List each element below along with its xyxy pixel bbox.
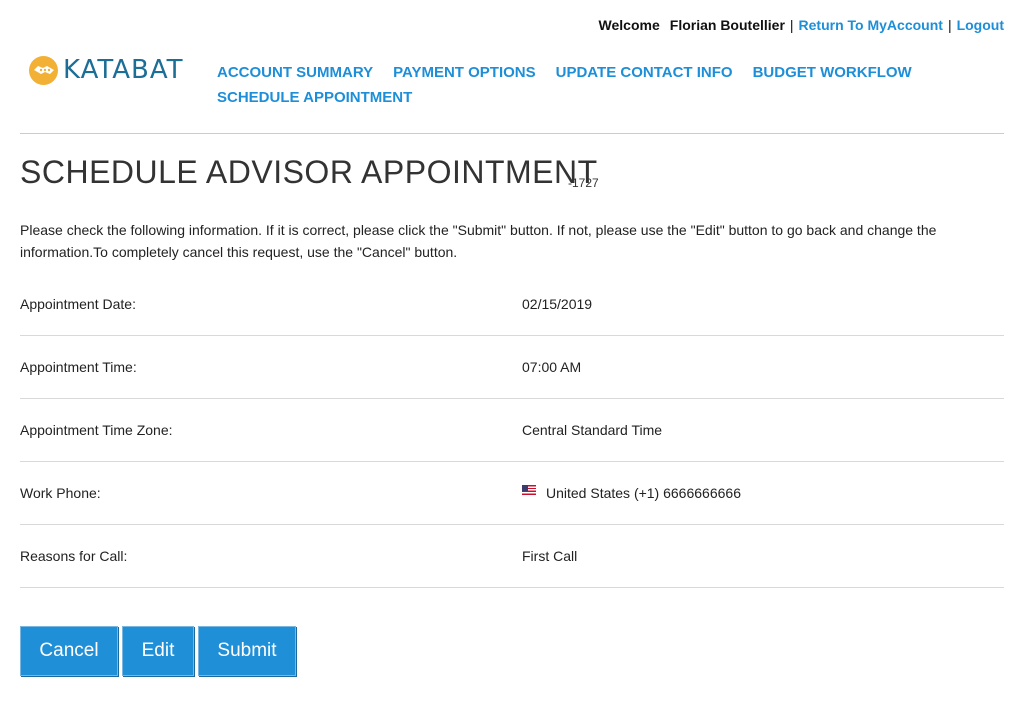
logout-link[interactable]: Logout [957,17,1004,33]
cancel-button[interactable]: Cancel [20,626,118,676]
detail-row-appointment-date: Appointment Date: 02/15/2019 [20,273,1004,336]
detail-label: Appointment Date: [20,296,136,312]
submit-button[interactable]: Submit [198,626,296,676]
detail-value: Central Standard Time [522,422,663,438]
welcome-label: Welcome [598,17,660,33]
main-nav: ACCOUNT SUMMARY PAYMENT OPTIONS UPDATE C… [217,60,977,110]
detail-label: Work Phone: [20,485,101,501]
page-title: SCHEDULE ADVISOR APPOINTMENT [20,154,598,190]
nav-payment-options[interactable]: PAYMENT OPTIONS [393,60,536,85]
separator: | [947,17,952,33]
handshake-icon [29,55,58,85]
logo-text: KATABAT [63,55,184,85]
nav-schedule-appointment[interactable]: SCHEDULE APPOINTMENT [217,85,412,110]
appointment-details: Appointment Date: 02/15/2019 Appointment… [20,273,1004,588]
detail-row-time-zone: Appointment Time Zone: Central Standard … [20,399,1004,462]
detail-row-appointment-time: Appointment Time: 07:00 AM [20,336,1004,399]
header-divider [20,133,1004,134]
detail-label: Appointment Time: [20,359,137,375]
action-buttons: Cancel Edit Submit [20,626,300,676]
katabat-logo[interactable]: KATABAT [29,55,184,85]
detail-row-work-phone: Work Phone: United States (+1) 666666666… [20,462,1004,525]
edit-button[interactable]: Edit [122,626,194,676]
return-to-myaccount-link[interactable]: Return To MyAccount [799,17,943,33]
instructions-text: Please check the following information. … [20,222,937,260]
account-number-suffix: -1727 [568,176,599,190]
phone-number: United States (+1) 6666666666 [546,485,741,501]
user-bar: Welcome Florian Boutellier | Return To M… [599,17,1004,33]
separator: | [789,17,794,33]
detail-value: 02/15/2019 [522,296,593,312]
user-name: Florian Boutellier [669,17,785,33]
detail-label: Reasons for Call: [20,548,128,564]
nav-update-contact-info[interactable]: UPDATE CONTACT INFO [556,60,733,85]
detail-label: Appointment Time Zone: [20,422,173,438]
nav-budget-workflow[interactable]: BUDGET WORKFLOW [753,60,912,85]
us-flag-icon [522,485,536,495]
detail-value: First Call [522,548,578,564]
detail-row-reasons-for-call: Reasons for Call: First Call [20,525,1004,588]
detail-value: 07:00 AM [522,359,582,375]
detail-value-phone: United States (+1) 6666666666 [522,485,741,501]
nav-account-summary[interactable]: ACCOUNT SUMMARY [217,60,373,85]
